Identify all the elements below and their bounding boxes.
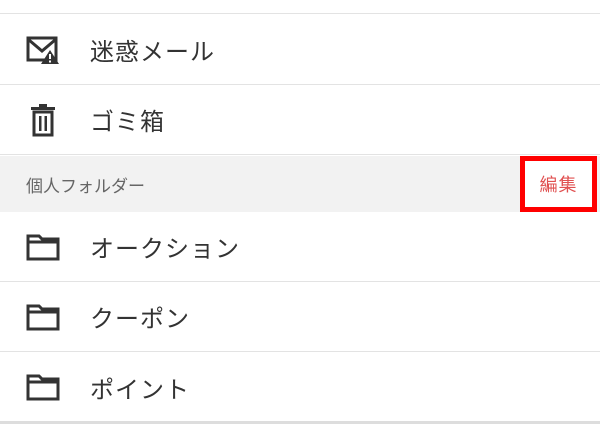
edit-button[interactable]: 編集	[520, 156, 597, 212]
menu-item-label: 迷惑メール	[90, 38, 215, 66]
folder-item-auction[interactable]: オークション	[0, 212, 600, 282]
folder-icon	[26, 230, 60, 264]
spam-mail-icon	[26, 33, 60, 67]
folder-item-points[interactable]: ポイント	[0, 352, 600, 422]
folder-label: オークション	[90, 235, 240, 263]
section-title: 個人フォルダー	[26, 177, 145, 197]
folder-item-coupon[interactable]: クーポン	[0, 282, 600, 352]
top-divider	[0, 0, 600, 14]
folder-label: クーポン	[90, 305, 190, 333]
menu-item-trash[interactable]: ゴミ箱	[0, 85, 600, 155]
personal-folders-header: 個人フォルダー	[0, 156, 600, 212]
folder-icon	[26, 300, 60, 334]
folder-icon	[26, 370, 60, 404]
edit-button-label: 編集	[539, 175, 578, 196]
menu-item-label: ゴミ箱	[90, 108, 165, 136]
mail-folder-list: 迷惑メール ゴミ箱 個人フォルダー 編集 オークション クーポン ポイント	[0, 0, 600, 424]
folder-label: ポイント	[90, 375, 190, 404]
menu-item-spam[interactable]: 迷惑メール	[0, 15, 600, 85]
trash-icon	[26, 103, 60, 137]
